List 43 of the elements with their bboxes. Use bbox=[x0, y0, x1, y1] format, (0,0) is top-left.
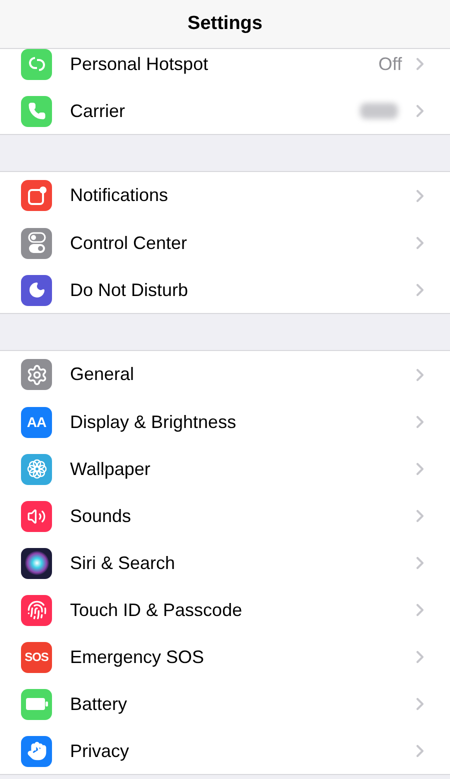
phone-icon bbox=[28, 102, 46, 120]
row-label: Do Not Disturb bbox=[70, 280, 190, 300]
row-label: Notifications bbox=[70, 185, 170, 206]
settings-row[interactable]: Sounds bbox=[0, 492, 450, 539]
row-label: Siri & Search bbox=[70, 552, 176, 574]
row-label: General bbox=[70, 364, 136, 385]
chain-link-icon bbox=[26, 54, 46, 74]
row-label: Sounds bbox=[70, 506, 132, 526]
moon-icon bbox=[28, 281, 46, 299]
row-label: Personal Hotspot bbox=[70, 54, 210, 74]
toggles-icon bbox=[28, 232, 46, 254]
settings-row[interactable]: SOS Emergency SOS bbox=[0, 633, 450, 680]
settings-row[interactable]: Battery bbox=[0, 680, 450, 727]
row-label: Battery bbox=[70, 694, 128, 714]
settings-row[interactable]: Siri & Search bbox=[0, 539, 450, 586]
settings-row[interactable]: Control Center bbox=[0, 219, 450, 266]
notification-icon bbox=[26, 186, 46, 206]
settings-row[interactable]: Do Not Disturb bbox=[0, 266, 450, 313]
row-label: Display & Brightness bbox=[70, 412, 238, 432]
icon-lettering: AA bbox=[26, 414, 46, 430]
flower-icon bbox=[26, 458, 48, 480]
page-title: Settings bbox=[188, 13, 262, 35]
row-label: Emergency SOS bbox=[70, 646, 206, 668]
settings-row[interactable]: Personal Hotspot Off bbox=[0, 49, 450, 87]
settings-row[interactable]: AA Display & Brightness bbox=[0, 398, 450, 445]
settings-row[interactable]: Touch ID & Passcode bbox=[0, 586, 450, 633]
settings-row[interactable]: Privacy bbox=[0, 727, 450, 774]
settings-icon bbox=[26, 364, 48, 386]
icon-lettering: SOS bbox=[24, 650, 48, 664]
row-value: Off bbox=[378, 54, 402, 74]
row-label: Touch ID & Passcode bbox=[70, 600, 244, 620]
settings-row[interactable]: Wallpaper bbox=[0, 445, 450, 492]
settings-row[interactable]: Notifications bbox=[0, 172, 450, 219]
settings-row[interactable]: Carrier bbox=[0, 87, 450, 134]
row-label: Control Center bbox=[70, 232, 188, 254]
row-label: Wallpaper bbox=[70, 458, 152, 480]
row-label: Carrier bbox=[70, 100, 126, 122]
battery-icon bbox=[26, 698, 48, 710]
settings-row[interactable]: General bbox=[0, 351, 450, 398]
row-label: Privacy bbox=[70, 740, 130, 762]
fingerprint-icon bbox=[26, 600, 46, 620]
hand-icon bbox=[26, 741, 46, 761]
speaker-icon bbox=[27, 506, 46, 526]
